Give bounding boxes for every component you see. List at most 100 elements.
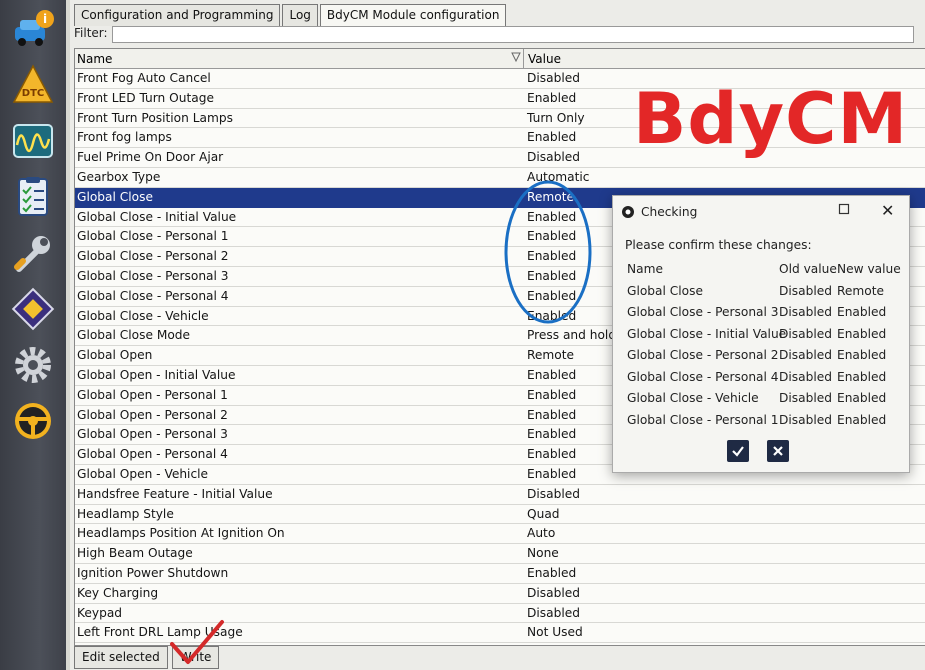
row-value: None	[527, 546, 559, 561]
header-name: Name	[627, 262, 663, 276]
column-header-value[interactable]: Value	[528, 52, 561, 66]
row-value: Enabled	[527, 466, 577, 481]
change-row: Global Close - Personal 1 Disabled Enabled	[627, 413, 907, 435]
row-value: Enabled	[527, 447, 577, 462]
column-divider[interactable]	[523, 49, 524, 68]
change-new-value: Enabled	[837, 326, 887, 341]
dialog-title: Checking	[641, 205, 698, 219]
table-row[interactable]: Key Charging Disabled	[75, 584, 925, 604]
dialog-prompt: Please confirm these changes:	[625, 238, 812, 252]
row-value: Disabled	[527, 605, 580, 620]
row-name: Global Open - Personal 4	[77, 447, 228, 462]
filter-bar: Filter:	[74, 26, 924, 43]
change-new-value: Enabled	[837, 391, 887, 405]
row-name: Global Close - Personal 1	[77, 229, 229, 244]
row-name: Gearbox Type	[77, 169, 161, 184]
row-value: Press and hold	[527, 328, 617, 343]
confirm-changes-dialog: Checking ✕ Please confirm these changes:…	[612, 195, 910, 473]
row-value: Disabled	[527, 150, 580, 165]
changes-header: Name Old value New value	[627, 262, 907, 284]
steering-wheel-icon	[15, 403, 51, 439]
table-row[interactable]: Handsfree Feature - Initial Value Disable…	[75, 485, 925, 505]
row-value: Enabled	[527, 427, 577, 442]
row-name: Front LED Turn Outage	[77, 90, 214, 105]
row-name: Global Close Mode	[77, 328, 191, 343]
change-row: Global Close Disabled Remote	[627, 284, 907, 306]
change-row: Global Close - Personal 3 Disabled Enabled	[627, 305, 907, 327]
checklist-icon	[18, 177, 48, 216]
row-value: Disabled	[527, 71, 580, 85]
highlight-circle	[504, 180, 592, 324]
row-name: Global Open - Personal 1	[77, 387, 228, 402]
tab-configuration-programming[interactable]: Configuration and Programming	[74, 4, 281, 26]
row-value: Not Used	[527, 625, 583, 640]
svg-text:i: i	[43, 12, 47, 26]
row-name: Global Close - Personal 2	[77, 249, 229, 264]
row-value: Disabled	[527, 486, 580, 501]
maximize-icon[interactable]	[838, 203, 850, 215]
close-icon[interactable]: ✕	[881, 201, 894, 220]
table-row[interactable]: High Beam Outage None	[75, 544, 925, 564]
row-value: Quad	[527, 506, 560, 521]
dtc-icon: DTC	[12, 64, 54, 103]
tab-log[interactable]: Log	[282, 4, 318, 26]
row-value: Auto	[527, 526, 556, 541]
checklist-button[interactable]	[10, 174, 56, 220]
table-row[interactable]: Headlamp Style Quad	[75, 505, 925, 525]
dialog-titlebar: Checking	[621, 205, 697, 219]
change-old-value: Disabled	[779, 305, 832, 319]
header-new-value: New value	[837, 262, 901, 276]
row-name: Front fog lamps	[77, 130, 172, 145]
table-row[interactable]: Headlamps Position At Ignition On Auto	[75, 524, 925, 545]
change-old-value: Disabled	[779, 283, 832, 298]
row-name: Global Close	[77, 189, 153, 204]
tab-bdycm-module-configuration[interactable]: BdyCM Module configuration	[319, 4, 507, 26]
module-button[interactable]	[10, 286, 56, 332]
table-row[interactable]: Ignition Power Shutdown Enabled	[75, 564, 925, 584]
change-old-value: Disabled	[779, 391, 832, 405]
row-value: Enabled	[527, 90, 577, 105]
row-name: Keypad	[77, 605, 123, 620]
table-row[interactable]: Gearbox Type Automatic	[75, 168, 925, 188]
gear-icon	[15, 347, 51, 383]
cancel-button[interactable]	[767, 440, 789, 462]
change-old-value: Disabled	[779, 369, 832, 384]
row-value: Remote	[527, 348, 575, 363]
steering-button[interactable]	[10, 398, 56, 444]
filter-input[interactable]	[112, 26, 914, 43]
vehicle-info-button[interactable]: i	[10, 6, 56, 52]
row-value: Disabled	[527, 585, 580, 600]
row-value: Enabled	[527, 407, 577, 422]
row-name: Headlamp Style	[77, 506, 174, 521]
filter-label: Filter:	[74, 26, 108, 40]
row-name: Ignition Power Shutdown	[77, 565, 229, 580]
change-new-value: Remote	[837, 283, 885, 298]
check-icon	[732, 446, 744, 457]
change-row: Global Close - Vehicle Disabled Enabled	[627, 391, 907, 413]
sort-icon[interactable]	[511, 51, 521, 63]
tab-bar: Configuration and Programming Log BdyCM …	[74, 4, 508, 26]
oscilloscope-button[interactable]	[10, 118, 56, 164]
wrench-button[interactable]	[10, 230, 56, 276]
bdycm-overlay-label: BdyCM	[633, 78, 909, 160]
change-name: Global Close - Vehicle	[627, 391, 759, 405]
row-name: Global Close - Personal 3	[77, 268, 229, 283]
row-name: Handsfree Feature - Initial Value	[77, 486, 273, 501]
confirm-button[interactable]	[727, 440, 749, 462]
edit-selected-button[interactable]: Edit selected	[74, 646, 168, 669]
change-name: Global Close	[627, 283, 703, 298]
row-name: Front Turn Position Lamps	[77, 110, 233, 125]
row-name: Global Close - Vehicle	[77, 308, 209, 323]
column-header-name[interactable]: Name	[77, 52, 112, 66]
row-value: Fog only	[527, 645, 578, 646]
row-name: Headlamps Position At Ignition On	[77, 526, 285, 541]
row-name: Global Open	[77, 348, 153, 363]
row-name: Global Open - Initial Value	[77, 367, 236, 382]
row-name: Global Open - Personal 3	[77, 427, 228, 442]
dtc-button[interactable]: DTC	[10, 62, 56, 108]
row-name: High Beam Outage	[77, 546, 193, 561]
change-new-value: Enabled	[837, 348, 887, 362]
row-name: Global Open - Personal 2	[77, 407, 228, 422]
dialog-buttons	[727, 440, 807, 462]
settings-button[interactable]	[10, 342, 56, 388]
